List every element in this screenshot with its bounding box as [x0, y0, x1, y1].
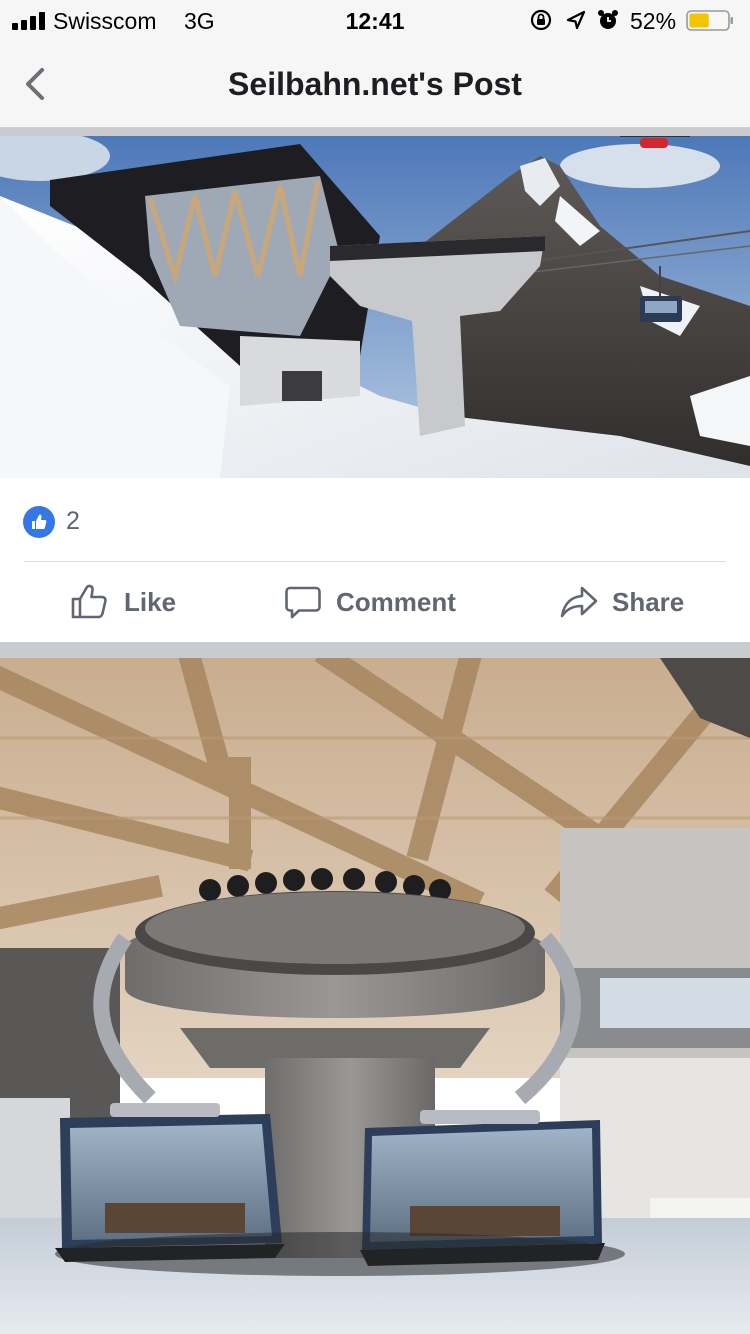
- like-button[interactable]: Like: [70, 582, 176, 622]
- post-action-bar: Like Comment Share: [0, 562, 750, 642]
- page-title: Seilbahn.net's Post: [228, 66, 522, 102]
- comment-button[interactable]: Comment: [284, 582, 456, 622]
- post-photo-station-interior[interactable]: [0, 658, 750, 1334]
- battery-percentage: 52%: [630, 8, 677, 34]
- alarm-icon: [598, 10, 618, 29]
- divider: [0, 128, 750, 136]
- status-bar: Swisscom 3G 12:41 52%: [0, 0, 750, 40]
- divider: [0, 642, 750, 658]
- status-icons: [530, 9, 618, 31]
- share-arrow-icon: [560, 586, 598, 618]
- share-button[interactable]: Share: [560, 582, 684, 622]
- reactions-summary[interactable]: 2: [0, 478, 750, 562]
- post-photo-mountain-station[interactable]: [0, 136, 750, 478]
- like-label: Like: [124, 586, 177, 617]
- like-count: 2: [66, 507, 80, 535]
- location-icon: [566, 10, 586, 30]
- comment-label: Comment: [336, 586, 456, 617]
- thumbs-up-icon: [71, 584, 107, 619]
- share-label: Share: [612, 586, 685, 617]
- orientation-lock-icon: [530, 9, 552, 31]
- like-reaction-icon: [23, 506, 55, 538]
- comment-bubble-icon: [285, 586, 321, 619]
- navigation-header: Seilbahn.net's Post: [0, 40, 750, 128]
- battery-icon: [686, 10, 733, 31]
